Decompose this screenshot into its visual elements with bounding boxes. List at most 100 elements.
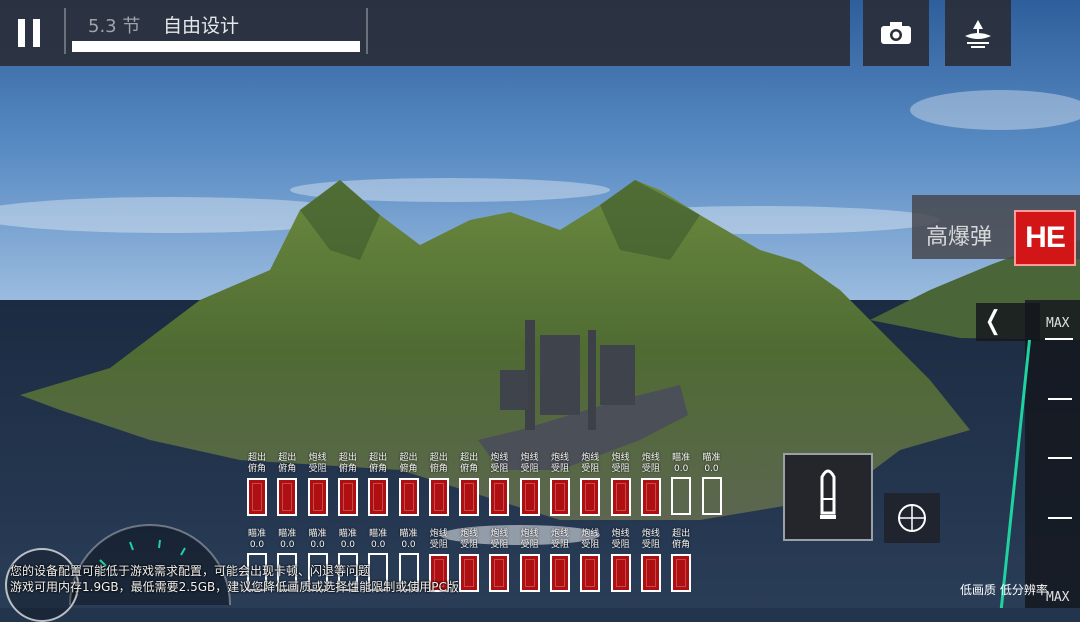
turret-slot[interactable]: 超出 俯角 — [456, 453, 482, 516]
throttle-tick — [1048, 398, 1072, 400]
turret-status-box — [640, 554, 661, 592]
turret-slot[interactable]: 炮线 受阻 — [486, 529, 512, 592]
turret-status-label: 炮线 受阻 — [490, 529, 509, 550]
turret-slot[interactable]: 炮线 受阻 — [608, 529, 634, 592]
shell-icon — [820, 469, 836, 519]
throttle-tick — [1048, 457, 1072, 459]
quality-text: 低画质 低分辨率 — [960, 583, 1048, 597]
turret-status-box — [550, 554, 570, 592]
turret-slot[interactable]: 炮线 受阻 — [577, 453, 603, 516]
turret-status-box — [307, 478, 328, 516]
pause-button[interactable] — [0, 0, 58, 66]
turret-angle-value: 0.0 — [371, 540, 386, 550]
turret-status-box — [580, 554, 601, 592]
turret-status-label: 超出 俯角 — [338, 453, 357, 474]
throttle-tick — [1048, 517, 1072, 519]
collapse-button[interactable]: ❬ — [976, 303, 1040, 341]
chevron-left-icon: ❬ — [982, 306, 1004, 336]
turret-slot[interactable]: 超出 俯角 — [335, 453, 361, 516]
turret-status-label: 炮线 受阻 — [641, 529, 660, 550]
turret-status-box — [337, 478, 358, 516]
turret-angle-value: 0.0 — [674, 464, 689, 474]
speed-readout: 5.3 节 — [88, 16, 141, 37]
view-button[interactable] — [945, 0, 1011, 66]
turret-angle-value: 0.0 — [249, 540, 265, 550]
turret-slot[interactable]: 瞄准 0.0 — [668, 453, 694, 515]
turret-status-label: 超出 俯角 — [369, 453, 388, 474]
turret-slot[interactable]: 超出 俯角 — [274, 453, 300, 516]
turret-status-box — [368, 478, 389, 516]
turret-angle-value: 0.0 — [340, 540, 356, 550]
turret-status-box — [489, 554, 510, 592]
turret-angle-value: 0.0 — [704, 464, 719, 474]
turret-slot[interactable]: 超出 俯角 — [396, 453, 422, 516]
turret-slot[interactable]: 超出 俯角 — [426, 453, 452, 516]
ammo-badge[interactable]: HE — [1014, 210, 1076, 266]
turret-status-label: 瞄准 — [278, 529, 297, 539]
fire-button[interactable] — [783, 453, 873, 541]
aim-button[interactable] — [884, 493, 940, 543]
turret-slot[interactable]: 炮线 受阻 — [456, 529, 482, 592]
turret-status-label: 炮线 受阻 — [520, 453, 539, 474]
turret-slot[interactable]: 炮线 受阻 — [517, 529, 543, 592]
turret-slot[interactable]: 超出 俯角 — [668, 529, 694, 592]
progress-fill — [72, 41, 360, 52]
turret-status-label: 炮线 受阻 — [550, 453, 569, 474]
crosshair-icon — [898, 504, 926, 532]
turret-status-box — [640, 478, 661, 516]
turret-slot[interactable]: 炮线 受阻 — [305, 453, 331, 516]
turret-status-box — [550, 478, 570, 516]
turret-slot[interactable]: 炮线 受阻 — [547, 529, 573, 592]
throttle-max-bottom: MAX — [1046, 590, 1070, 605]
turret-slot[interactable]: 超出 俯角 — [365, 453, 391, 516]
turret-status-box — [398, 478, 419, 516]
speed-gauge — [69, 524, 231, 606]
camera-button[interactable] — [863, 0, 929, 66]
turret-status-label: 瞄准 — [399, 529, 418, 539]
turret-slot[interactable]: 炮线 受阻 — [638, 453, 664, 516]
turret-status-box — [428, 478, 449, 516]
throttle-tick — [1045, 338, 1073, 340]
turret-status-label: 瞄准 — [338, 529, 357, 539]
turret-slot[interactable]: 炮线 受阻 — [638, 529, 664, 592]
turret-status-label: 炮线 受阻 — [641, 453, 660, 474]
turret-status-box — [277, 478, 298, 516]
turret-status-box — [519, 554, 540, 592]
turret-slot[interactable]: 炮线 受阻 — [547, 453, 573, 516]
turret-slot[interactable]: 炮线 受阻 — [486, 453, 512, 516]
mode-title: 自由设计 — [163, 15, 240, 37]
turret-status-box — [489, 478, 510, 516]
turret-status-label: 炮线 受阻 — [460, 529, 479, 550]
turret-status-label: 炮线 受阻 — [490, 453, 509, 474]
turret-status-box — [459, 478, 480, 516]
turret-status-box — [610, 554, 631, 592]
turret-slot[interactable]: 炮线 受阻 — [517, 453, 543, 516]
turret-status-label: 炮线 受阻 — [308, 453, 327, 474]
turret-status-label: 炮线 受阻 — [611, 529, 630, 550]
turret-angle-value: 0.0 — [401, 540, 416, 550]
camera-icon — [881, 22, 911, 44]
turret-status-label: 炮线 受阻 — [581, 453, 600, 474]
turret-slot[interactable]: 炮线 受阻 — [608, 453, 634, 516]
island-view-icon — [965, 20, 991, 48]
turret-status-label: 瞄准 — [702, 453, 721, 463]
ammo-selector[interactable]: 高爆弹 HE — [912, 195, 1080, 266]
turret-status-box — [671, 477, 692, 515]
turret-status-label: 炮线 受阻 — [581, 529, 600, 550]
ammo-badge-text: HE — [1025, 221, 1066, 254]
turret-status-label: 瞄准 — [369, 529, 388, 539]
turret-status-label: 超出 俯角 — [278, 453, 297, 474]
turret-status-box — [580, 478, 601, 516]
turret-status-box — [247, 478, 267, 516]
divider — [366, 8, 368, 54]
turret-slot[interactable]: 瞄准 0.0 — [699, 453, 725, 515]
throttle-rail[interactable] — [1025, 300, 1080, 608]
turret-slot[interactable]: 超出 俯角 — [244, 453, 270, 516]
turret-status-box — [459, 554, 480, 592]
turret-status-box — [701, 477, 722, 515]
turret-status-label: 炮线 受阻 — [611, 453, 630, 474]
turret-status-label: 超出 俯角 — [460, 453, 479, 474]
turret-status-label: 瞄准 — [247, 529, 266, 539]
divider — [64, 8, 66, 54]
turret-slot[interactable]: 炮线 受阻 — [577, 529, 603, 592]
